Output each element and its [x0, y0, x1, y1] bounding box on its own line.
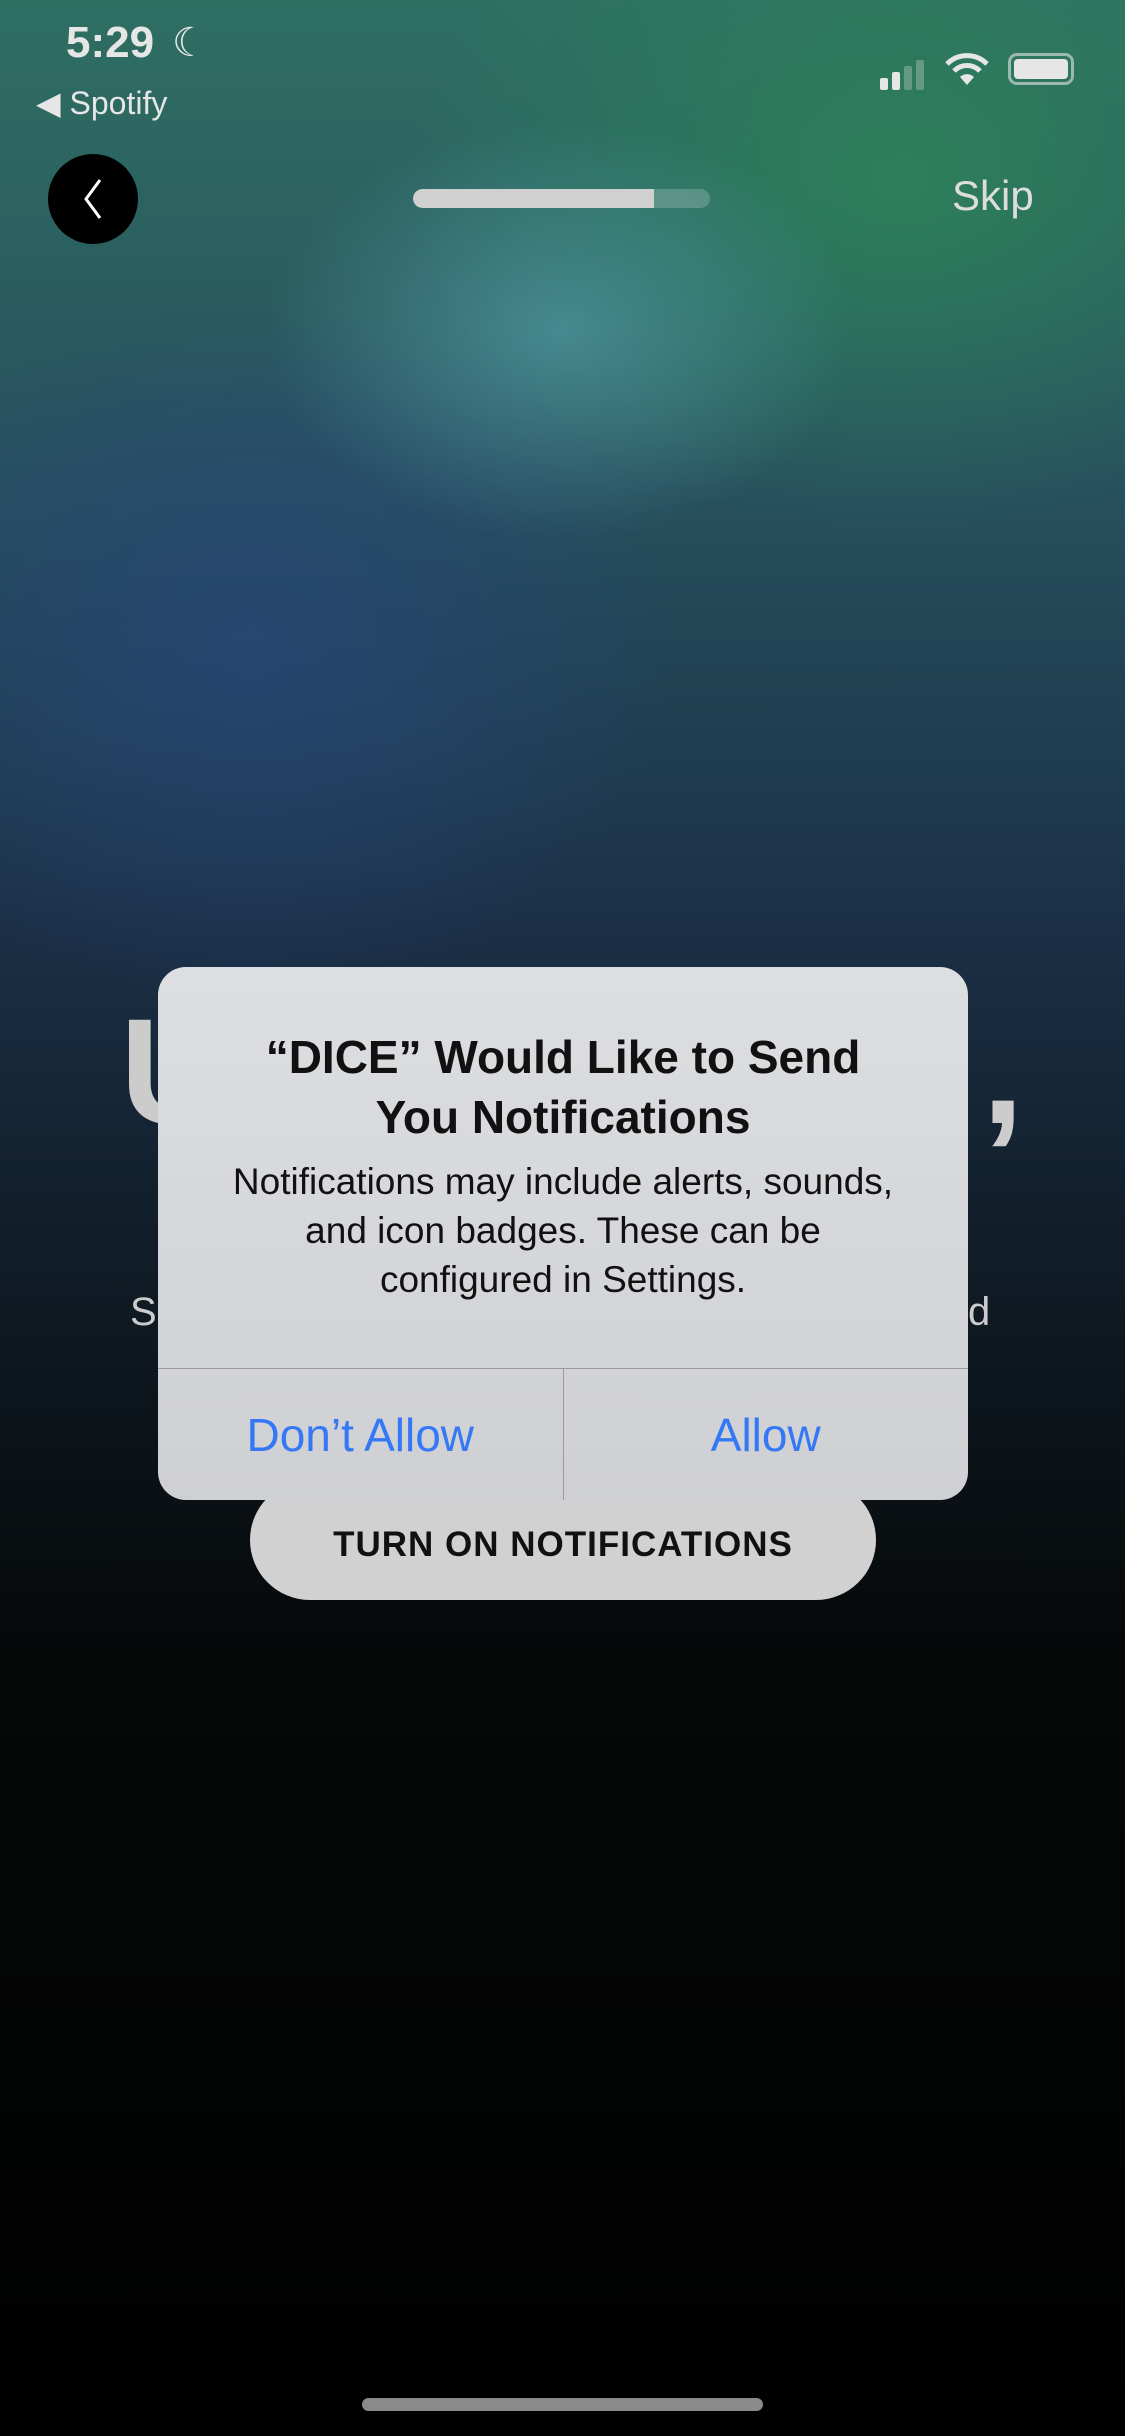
heading-right-fragment: , — [982, 987, 1024, 1155]
subtext-right-fragment: d — [968, 1290, 991, 1334]
subtext-left-fragment: S — [130, 1290, 157, 1334]
onboarding-progress-bar — [413, 189, 710, 208]
back-button[interactable] — [48, 154, 138, 244]
back-to-app-link[interactable]: ◀ Spotify — [36, 84, 167, 122]
allow-button[interactable]: Allow — [564, 1369, 969, 1500]
home-indicator[interactable] — [362, 2398, 763, 2411]
chevron-left-icon — [84, 179, 102, 219]
skip-button[interactable]: Skip — [952, 172, 1034, 220]
dont-allow-button[interactable]: Don’t Allow — [158, 1369, 564, 1500]
notification-permission-alert: “DICE” Would Like to Send You Notificati… — [158, 967, 968, 1500]
cellular-signal-icon — [880, 60, 924, 90]
wifi-icon — [945, 53, 989, 85]
alert-message: Notifications may include alerts, sounds… — [232, 1161, 894, 1300]
alert-title: “DICE” Would Like to Send You Notificati… — [265, 1031, 861, 1143]
battery-icon — [1008, 53, 1074, 85]
status-time: 5:29 — [66, 18, 155, 67]
progress-fill — [413, 189, 654, 208]
moon-icon: ☾ — [172, 21, 208, 65]
